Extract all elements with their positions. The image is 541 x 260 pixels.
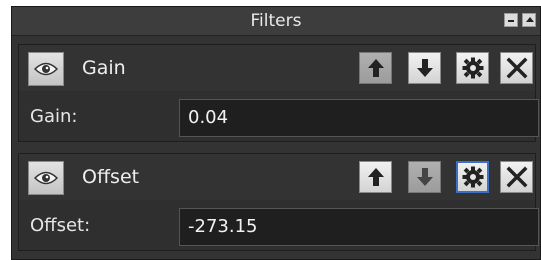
panel-titlebar: Filters xyxy=(12,7,540,36)
filter-offset: Offset Offset: -273.15 xyxy=(18,153,539,251)
visibility-toggle-button[interactable] xyxy=(28,161,64,195)
arrow-up-icon xyxy=(367,59,384,77)
remove-button[interactable] xyxy=(500,161,533,193)
arrow-up-icon xyxy=(367,168,384,186)
offset-input[interactable]: -273.15 xyxy=(179,208,539,246)
move-down-button[interactable] xyxy=(408,161,441,193)
filter-gain: Gain Gain: 0.04 xyxy=(18,44,539,142)
move-up-button[interactable] xyxy=(359,52,392,84)
filter-name: Gain xyxy=(82,57,126,79)
gear-icon xyxy=(462,166,483,188)
gain-input[interactable]: 0.04 xyxy=(179,99,539,137)
move-down-button[interactable] xyxy=(408,52,441,84)
param-row: Gain: 0.04 xyxy=(19,96,539,140)
move-up-button[interactable] xyxy=(359,161,392,193)
gear-icon xyxy=(462,57,483,79)
close-icon xyxy=(506,166,527,188)
remove-button[interactable] xyxy=(500,52,533,84)
eye-icon xyxy=(34,171,58,185)
filter-header: Gain xyxy=(19,45,535,91)
collapse-button[interactable] xyxy=(522,13,536,27)
visibility-toggle-button[interactable] xyxy=(28,52,64,86)
param-label: Gain: xyxy=(30,106,78,127)
param-row: Offset: -273.15 xyxy=(19,205,539,249)
arrow-down-icon xyxy=(416,168,433,186)
minimize-button[interactable] xyxy=(504,13,518,27)
filter-header: Offset xyxy=(19,154,535,200)
settings-button[interactable] xyxy=(456,161,489,193)
settings-button[interactable] xyxy=(456,52,489,84)
close-icon xyxy=(506,57,527,79)
param-label: Offset: xyxy=(30,215,91,236)
filter-name: Offset xyxy=(82,166,140,188)
filters-panel: Filters Gain Gain: 0.04 Offset Offset: -… xyxy=(11,6,541,260)
arrow-down-icon xyxy=(416,59,433,77)
eye-icon xyxy=(34,62,58,76)
panel-title: Filters xyxy=(250,11,302,31)
